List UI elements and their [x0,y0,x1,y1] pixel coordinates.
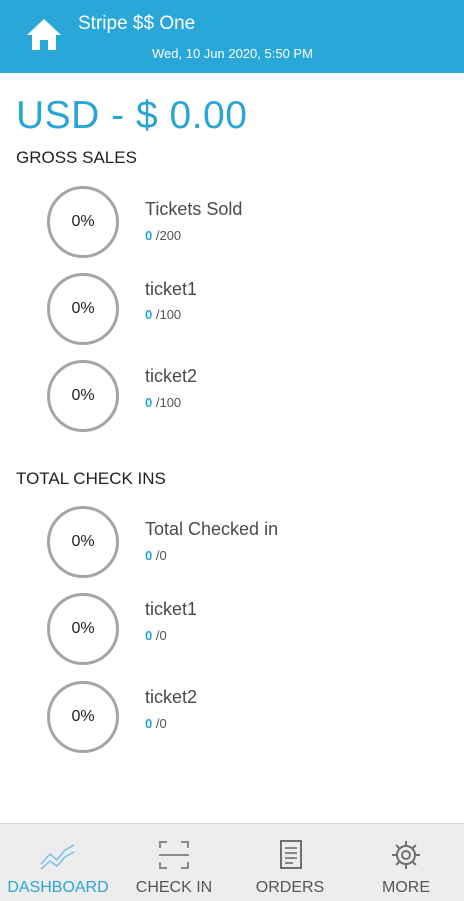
home-button[interactable] [24,14,64,54]
receipt-icon [280,840,302,869]
stat-current: 0 [145,307,153,322]
stat-total: /100 [155,395,182,410]
scan-frame-icon [159,841,189,869]
dashboard-chart-icon [40,844,75,870]
stat-count: 0 /0 [145,716,167,731]
stat-current: 0 [145,716,153,731]
percent-ring: 0% [47,273,119,345]
stat-name: Tickets Sold [145,199,243,219]
percent-ring: 0% [47,186,119,258]
total-check-ins-heading: TOTAL CHECK INS [16,469,166,488]
stat-name: ticket2 [145,687,198,707]
stat-name: ticket1 [145,599,198,619]
stat-total: /0 [155,628,167,643]
tab-more[interactable]: MORE [348,824,464,901]
home-icon [27,19,61,50]
tab-label: ORDERS [255,879,325,896]
stat-count: 0 /0 [145,628,167,643]
tab-label: MORE [382,879,430,896]
stat-total: /200 [155,228,182,243]
gear-icon [392,841,420,869]
tab-label: DASHBOARD [7,879,109,896]
app-title: Stripe $$ One [78,13,196,34]
app-header: Stripe $$ One Wed, 10 Jun 2020, 5:50 PM [0,0,464,73]
bottom-tab-bar: DASHBOARD CHECK IN ORDERS MORE [0,823,464,901]
stat-current: 0 [145,548,153,563]
stat-total: /100 [155,307,182,322]
stat-total: /0 [155,548,167,563]
tab-orders[interactable]: ORDERS [232,824,348,901]
header-datetime: Wed, 10 Jun 2020, 5:50 PM [152,46,313,61]
stat-count: 0 /0 [145,548,167,563]
tab-label: CHECK IN [135,879,213,896]
stat-current: 0 [145,628,153,643]
percent-ring: 0% [47,681,119,753]
stat-current: 0 [145,395,153,410]
stat-name: Total Checked in [145,519,279,539]
stat-count: 0 /100 [145,395,181,410]
percent-ring: 0% [47,360,119,432]
gross-sales-heading: GROSS SALES [16,148,137,167]
stat-total: /0 [155,716,167,731]
gross-amount: USD - $ 0.00 [16,94,248,137]
stat-name: ticket1 [145,279,198,299]
stat-count: 0 /200 [145,228,181,243]
stat-name: ticket2 [145,366,198,386]
percent-ring: 0% [47,593,119,665]
stat-current: 0 [145,228,153,243]
tab-check-in[interactable]: CHECK IN [116,824,232,901]
tab-dashboard[interactable]: DASHBOARD [0,824,116,901]
percent-ring: 0% [47,506,119,578]
stat-count: 0 /100 [145,307,181,322]
